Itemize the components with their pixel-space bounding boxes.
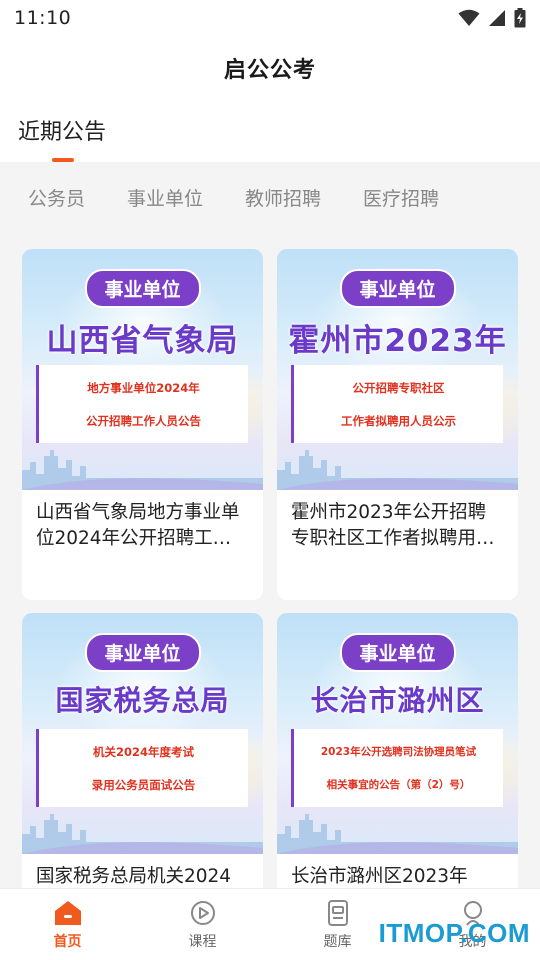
- app-title: 启公公考: [223, 58, 316, 83]
- card-cover-image: 事业单位 山西省气象局 地方事业单位2024年 公开招聘工作人员公告: [22, 249, 263, 490]
- cellular-signal-icon: [489, 10, 505, 26]
- category-civil-servant[interactable]: 公务员: [28, 184, 85, 211]
- announcement-card[interactable]: 事业单位 霍州市2023年 公开招聘专职社区 工作者拟聘用人员公示 霍州市202…: [277, 249, 518, 600]
- card-cover-line: 工作者拟聘用人员公示: [341, 413, 456, 428]
- status-time: 11:10: [14, 7, 72, 29]
- card-cover-subtitle-box: 地方事业单位2024年 公开招聘工作人员公告: [36, 365, 248, 443]
- category-teacher-recruitment[interactable]: 教师招聘: [245, 184, 321, 211]
- status-icons: [458, 8, 526, 28]
- card-caption: 霍州市2023年公开招聘专职社区工作者拟聘用人员公示: [291, 502, 495, 549]
- card-cover-image: 事业单位 霍州市2023年 公开招聘专职社区 工作者拟聘用人员公示: [277, 249, 518, 490]
- card-cover-image: 事业单位 国家税务总局 机关2024年度考试 录用公务员面试公告: [22, 613, 263, 854]
- card-cover-subtitle-box: 机关2024年度考试 录用公务员面试公告: [36, 729, 248, 807]
- card-cover-title: 霍州市2023年: [288, 323, 507, 359]
- category-filter-row: 公务员 事业单位 教师招聘 医疗招聘: [0, 162, 540, 232]
- home-icon: [54, 901, 81, 925]
- tab-recent-announcements[interactable]: 近期公告: [18, 114, 106, 146]
- card-cover-title: 山西省气象局: [46, 323, 239, 359]
- app-header: 启公公考: [0, 36, 540, 100]
- card-badge: 事业单位: [84, 633, 201, 672]
- battery-icon: [514, 8, 526, 28]
- card-cover-subtitle-box: 2023年公开选聘司法协理员笔试 相关事宜的公告（第（2）号）: [291, 729, 503, 807]
- category-public-institution[interactable]: 事业单位: [127, 184, 203, 211]
- nav-home-label: 首页: [53, 934, 82, 950]
- card-cover-subtitle-box: 公开招聘专职社区 工作者拟聘用人员公示: [291, 365, 503, 443]
- category-medical-recruitment[interactable]: 医疗招聘: [363, 184, 439, 211]
- city-skyline-graphic: [277, 450, 518, 490]
- announcement-card[interactable]: 事业单位 山西省气象局 地方事业单位2024年 公开招聘工作人员公告 山西省气象…: [22, 249, 263, 600]
- card-cover-line: 地方事业单位2024年: [87, 380, 200, 395]
- card-badge: 事业单位: [84, 269, 201, 308]
- nav-courses[interactable]: 课程: [135, 889, 270, 960]
- status-bar: 11:10: [0, 0, 540, 36]
- card-cover-title: 国家税务总局: [55, 684, 230, 717]
- section-bar: 近期公告: [0, 100, 540, 162]
- card-cover-line: 2023年公开选聘司法协理员笔试: [320, 746, 477, 758]
- city-skyline-graphic: [277, 814, 518, 854]
- card-cover-image: 事业单位 长治市潞州区 2023年公开选聘司法协理员笔试 相关事宜的公告（第（2…: [277, 613, 518, 854]
- card-caption: 长治市潞州区2023年: [291, 866, 468, 887]
- nav-question-bank-label: 题库: [323, 934, 352, 950]
- card-badge: 事业单位: [339, 633, 456, 672]
- watermark-logo: ITMOP.COM: [378, 918, 530, 948]
- play-circle-icon: [190, 901, 215, 925]
- card-caption: 国家税务总局机关2024: [36, 866, 232, 887]
- card-cover-line: 机关2024年度考试: [92, 744, 194, 759]
- city-skyline-graphic: [22, 814, 263, 854]
- card-cover-line: 公开招聘工作人员公告: [86, 413, 201, 428]
- card-cover-line: 公开招聘专职社区: [352, 380, 445, 395]
- card-cover-line: 相关事宜的公告（第（2）号）: [326, 779, 471, 791]
- city-skyline-graphic: [22, 450, 263, 490]
- nav-courses-label: 课程: [188, 934, 217, 950]
- card-cover-title: 长治市潞州区: [310, 684, 485, 717]
- nav-home[interactable]: 首页: [0, 889, 135, 960]
- question-bank-icon: [327, 900, 348, 926]
- card-cover-line: 录用公务员面试公告: [91, 777, 196, 792]
- card-badge: 事业单位: [339, 269, 456, 308]
- card-caption: 山西省气象局地方事业单位2024年公开招聘工作人员公告: [36, 502, 240, 549]
- wifi-icon: [458, 9, 480, 26]
